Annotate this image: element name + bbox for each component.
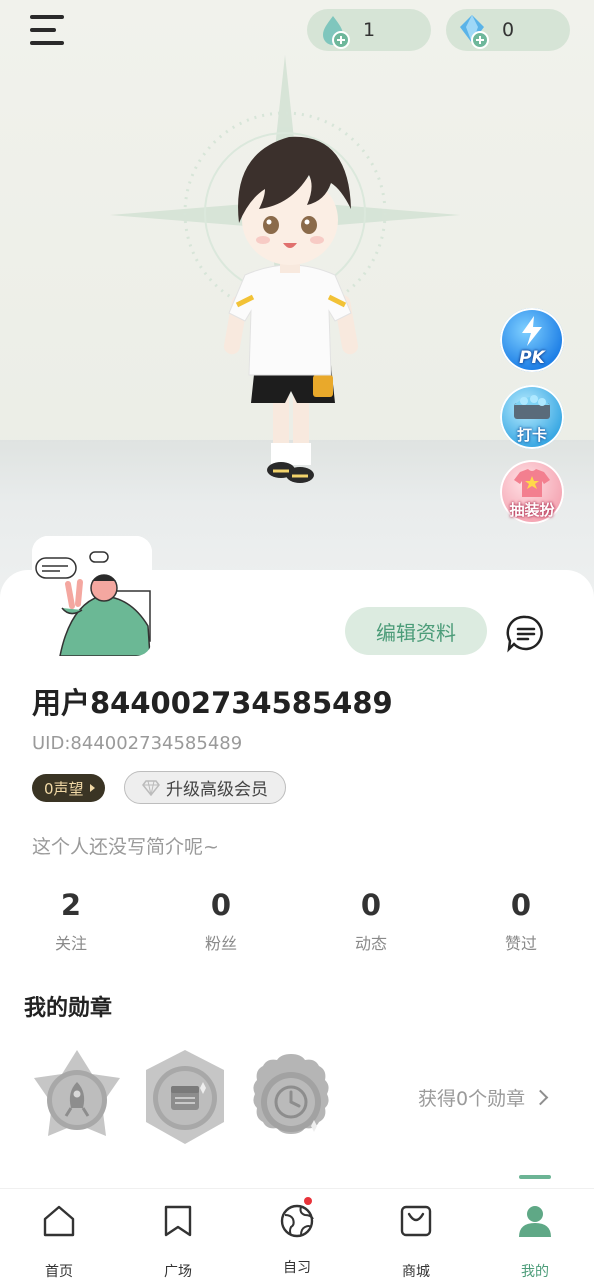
user-uid: UID:844002734585489	[32, 733, 243, 754]
upgrade-vip-label: 升级高级会员	[166, 780, 268, 800]
nav-square-label: 广场	[164, 1264, 192, 1280]
nav-active-indicator	[519, 1175, 551, 1179]
lightning-icon	[522, 316, 542, 346]
bottom-nav: 首页 广场 自习 商城 我的	[0, 1188, 594, 1280]
medals-count-label: 获得0个勋章	[418, 1088, 526, 1110]
clock-medal-icon[interactable]	[246, 1048, 336, 1148]
currency-diamonds-value: 0	[502, 19, 515, 41]
water-drop-icon	[313, 10, 353, 50]
book-icon	[164, 1205, 192, 1237]
medals-link[interactable]: 获得0个勋章	[418, 1084, 549, 1111]
rocket-medal-icon[interactable]	[30, 1048, 124, 1148]
reputation-label: 0声望	[44, 779, 84, 798]
calendar-medal-icon[interactable]	[140, 1048, 230, 1148]
globe-icon-wrap	[279, 1197, 315, 1239]
stat-likes-label: 赞过	[504, 934, 537, 953]
nav-home[interactable]: 首页	[19, 1203, 99, 1280]
reputation-badge[interactable]: 0声望	[32, 774, 105, 802]
user-bio: 这个人还没写简介呢~	[32, 836, 219, 858]
globe-icon	[280, 1204, 314, 1238]
checkin-button[interactable]: 打卡	[500, 385, 564, 449]
nav-study-label: 自习	[283, 1260, 311, 1276]
stat-likes[interactable]: 0 赞过	[471, 888, 571, 954]
stat-followers-label: 粉丝	[204, 934, 237, 953]
play-arrow-icon	[89, 784, 95, 792]
stat-posts-label: 动态	[354, 934, 387, 953]
upgrade-vip-button[interactable]: 升级高级会员	[124, 771, 286, 804]
profile-illustration	[32, 536, 152, 656]
stat-followers[interactable]: 0 粉丝	[171, 888, 271, 954]
nav-square[interactable]: 广场	[138, 1203, 218, 1280]
stat-posts-value: 0	[360, 888, 382, 922]
stat-likes-value: 0	[510, 888, 532, 922]
stat-followers-value: 0	[210, 888, 232, 922]
stat-following-value: 2	[60, 888, 82, 922]
user-stats: 2 关注 0 粉丝 0 动态 0 赞过	[0, 888, 594, 958]
shopping-bag-icon	[400, 1205, 432, 1237]
pk-label: PK	[519, 348, 545, 368]
nav-mine[interactable]: 我的	[495, 1203, 575, 1280]
avatar[interactable]	[32, 536, 152, 656]
nav-shop[interactable]: 商城	[376, 1203, 456, 1280]
message-icon[interactable]	[506, 613, 546, 653]
home-icon	[43, 1205, 75, 1237]
username: 用户844002734585489	[32, 686, 393, 720]
nav-home-label: 首页	[45, 1264, 73, 1280]
stat-following-label: 关注	[54, 934, 87, 953]
dress-up-draw-button[interactable]: 抽装扮	[500, 460, 564, 524]
dress-up-label: 抽装扮	[509, 501, 555, 519]
stat-posts[interactable]: 0 动态	[321, 888, 421, 954]
chevron-right-icon	[532, 1089, 549, 1106]
diamond-icon	[452, 10, 492, 50]
person-icon	[519, 1206, 551, 1237]
shirt-icon	[514, 469, 550, 497]
avatar-character[interactable]	[205, 125, 375, 500]
treasure-chest-icon	[514, 395, 550, 419]
nav-mine-label: 我的	[521, 1264, 549, 1280]
checkin-label: 打卡	[516, 426, 547, 444]
nav-study[interactable]: 自习	[257, 1197, 337, 1277]
pk-button[interactable]: PK	[500, 308, 564, 372]
stat-following[interactable]: 2 关注	[21, 888, 121, 954]
menu-button[interactable]	[28, 12, 68, 48]
avatar-scene: 1 0 PK 打卡 抽装扮	[0, 0, 594, 600]
nav-shop-label: 商城	[402, 1264, 430, 1280]
currency-diamonds[interactable]: 0	[446, 9, 570, 51]
edit-profile-button[interactable]: 编辑资料	[345, 607, 487, 655]
diamond-outline-icon	[142, 779, 160, 796]
currency-drops[interactable]: 1	[307, 9, 431, 51]
medals-title: 我的勋章	[24, 996, 113, 1021]
notification-dot	[304, 1197, 312, 1205]
currency-drops-value: 1	[363, 19, 376, 41]
